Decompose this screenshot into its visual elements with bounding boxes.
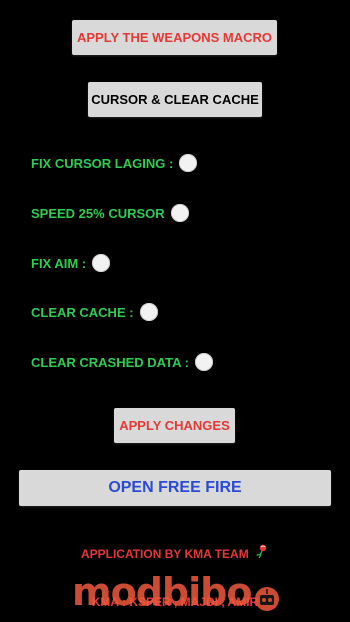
robot-icon bbox=[254, 586, 280, 612]
option-fix-cursor-laging: FIX CURSOR LAGING : bbox=[31, 154, 198, 172]
speed-25-cursor-radio[interactable] bbox=[170, 204, 189, 222]
option-clear-crashed-data: CLEAR CRASHED DATA : bbox=[31, 353, 213, 371]
option-clear-cache: CLEAR CACHE : bbox=[31, 303, 158, 321]
watermark-logo: modbibo bbox=[72, 570, 252, 614]
option-label: CLEAR CACHE : bbox=[31, 304, 134, 320]
option-label: FIX CURSOR LAGING : bbox=[31, 155, 174, 171]
option-label: FIX AIM : bbox=[31, 255, 87, 271]
option-speed-25-cursor: SPEED 25% CURSOR bbox=[31, 204, 189, 222]
option-label: CLEAR CRASHED DATA : bbox=[31, 354, 189, 370]
apply-changes-button[interactable]: APPLY CHANGES bbox=[114, 408, 235, 443]
rose-icon bbox=[256, 544, 269, 561]
clear-cache-radio[interactable] bbox=[139, 303, 158, 321]
application-credit-text: APPLICATION BY KMA TEAM bbox=[80, 547, 249, 561]
watermark-text: modbibo bbox=[72, 570, 252, 614]
application-credit: APPLICATION BY KMA TEAM bbox=[0, 544, 350, 561]
clear-crashed-data-radio[interactable] bbox=[194, 353, 213, 371]
option-fix-aim: FIX AIM : bbox=[31, 254, 111, 272]
open-free-fire-button[interactable]: OPEN FREE FIRE bbox=[19, 470, 331, 506]
fix-aim-radio[interactable] bbox=[92, 254, 111, 272]
cursor-clear-cache-button[interactable]: CURSOR & CLEAR CACHE bbox=[88, 82, 262, 117]
option-label: SPEED 25% CURSOR bbox=[31, 205, 165, 221]
fix-cursor-laging-radio[interactable] bbox=[179, 154, 198, 172]
apply-weapons-macro-button[interactable]: APPLY THE WEAPONS MACRO bbox=[72, 20, 277, 55]
